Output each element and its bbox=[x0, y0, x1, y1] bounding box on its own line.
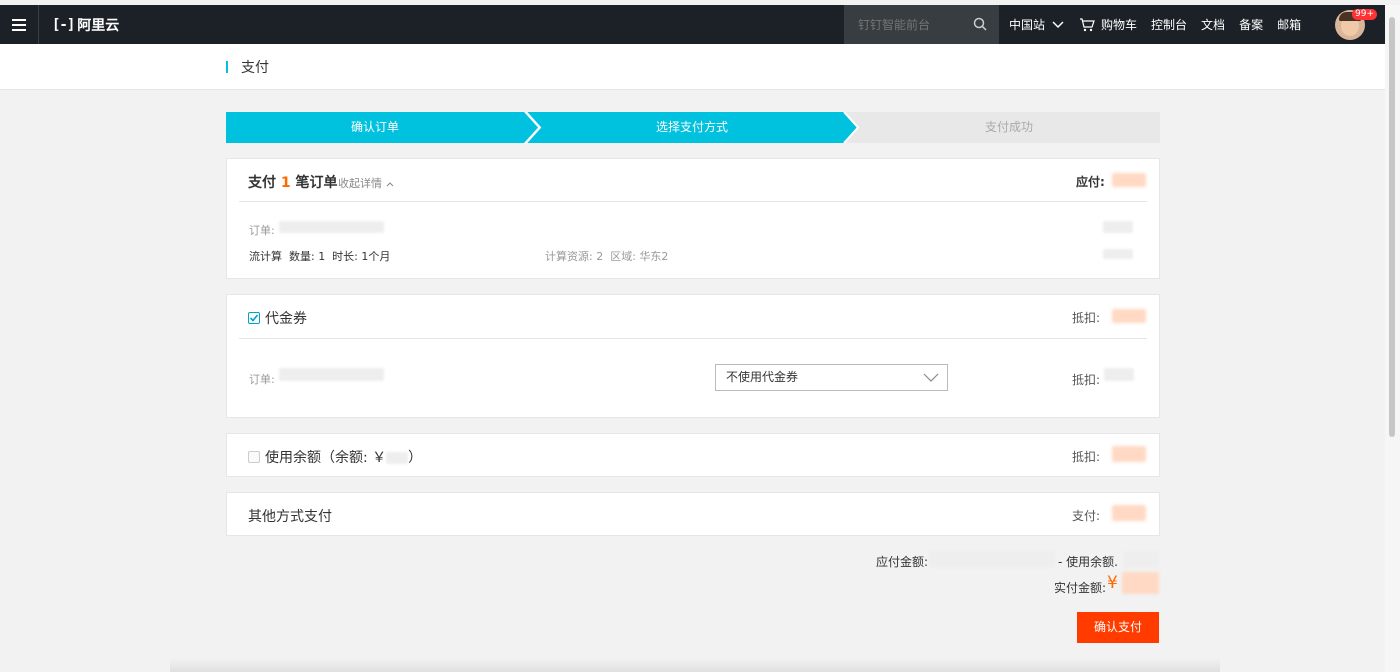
search-box[interactable] bbox=[844, 5, 999, 44]
voucher-order-label: 订单: bbox=[249, 373, 275, 386]
scrollbar-thumb[interactable] bbox=[1389, 17, 1395, 437]
cart-label: 购物车 bbox=[1101, 18, 1138, 32]
region-label: 中国站 bbox=[1009, 18, 1046, 32]
balance-amount-redacted bbox=[386, 452, 409, 464]
payable-label: 应付: bbox=[1076, 175, 1105, 189]
hamburger-menu-icon[interactable] bbox=[0, 5, 39, 44]
filing-link[interactable]: 备案 bbox=[1239, 16, 1263, 33]
cart-link[interactable]: 购物车 bbox=[1079, 16, 1137, 33]
balance-label-text: 使用余额（余额: ￥ bbox=[265, 450, 387, 466]
summary-payable-amount-redacted bbox=[929, 551, 1055, 568]
voucher-order-id-redacted bbox=[279, 368, 384, 381]
check-icon bbox=[249, 314, 259, 322]
logo-mark: [-] bbox=[52, 16, 75, 33]
page-title: 支付 bbox=[241, 60, 269, 76]
notification-badge: 99+ bbox=[1352, 9, 1377, 20]
voucher-card: 代金券 抵扣: 订单: 不使用代金券 抵扣: bbox=[226, 294, 1160, 418]
voucher-row-deduct-redacted bbox=[1104, 368, 1134, 381]
summary-actual-label: 实付金额: bbox=[1054, 581, 1107, 595]
order-spec: 流计算 数量: 1 时长: 1个月 bbox=[249, 250, 391, 263]
chevron-up-icon bbox=[386, 182, 393, 187]
voucher-deduct-amount-redacted bbox=[1112, 309, 1146, 323]
footer-shadow bbox=[170, 658, 1220, 672]
summary-payable-label: 应付金额: bbox=[876, 555, 929, 569]
cart-icon bbox=[1080, 17, 1095, 31]
balance-label: 使用余额（余额: ￥ ） bbox=[265, 447, 422, 467]
order-resource: 计算资源: 2 区域: 华东2 bbox=[545, 250, 669, 263]
summary-balance-amount-redacted bbox=[1123, 551, 1159, 568]
order-id-redacted bbox=[279, 221, 384, 233]
order-heading-prefix: 支付 bbox=[248, 175, 276, 191]
step-payment-success: 支付成功 bbox=[984, 120, 1033, 134]
page-header: 支付 bbox=[0, 44, 1385, 90]
balance-checkbox[interactable] bbox=[248, 451, 260, 463]
order-count: 1 bbox=[280, 175, 291, 191]
confirm-pay-button[interactable]: 确认支付 bbox=[1077, 612, 1159, 643]
other-payment-label: 其他方式支付 bbox=[248, 509, 332, 525]
summary-minus-balance-label: - 使用余额. bbox=[1058, 555, 1118, 569]
logo-text: 阿里云 bbox=[77, 17, 120, 34]
voucher-select[interactable]: 不使用代金券 bbox=[715, 364, 948, 391]
mail-link[interactable]: 邮箱 bbox=[1277, 16, 1301, 33]
step-select-payment: 选择支付方式 bbox=[655, 120, 728, 134]
order-price-sub-redacted bbox=[1103, 249, 1133, 259]
top-nav-links: 中国站 购物车 控制台 文档 备案 邮箱 bbox=[1009, 5, 1315, 44]
balance-deduct-label: 抵扣: bbox=[1072, 450, 1101, 464]
voucher-deduct-label: 抵扣: bbox=[1072, 311, 1101, 325]
summary-actual-amount-redacted bbox=[1122, 572, 1159, 594]
chevron-down-icon bbox=[923, 373, 939, 382]
collapse-details-toggle[interactable]: 收起详情 bbox=[338, 175, 394, 191]
aliyun-logo[interactable]: [-] 阿里云 bbox=[52, 15, 119, 35]
balance-card: 使用余额（余额: ￥ ） 抵扣: bbox=[226, 433, 1160, 477]
balance-label-suffix: ） bbox=[408, 450, 423, 466]
voucher-row-deduct-label: 抵扣: bbox=[1072, 373, 1101, 387]
search-input[interactable] bbox=[856, 16, 970, 33]
divider bbox=[239, 338, 1147, 339]
step-confirm-order: 确认订单 bbox=[350, 120, 399, 134]
order-price-redacted bbox=[1103, 221, 1133, 233]
balance-deduct-amount-redacted bbox=[1112, 446, 1146, 462]
other-payment-card: 其他方式支付 支付: bbox=[226, 492, 1160, 536]
collapse-details-label: 收起详情 bbox=[338, 177, 382, 190]
docs-link[interactable]: 文档 bbox=[1201, 16, 1225, 33]
payable-amount-redacted bbox=[1112, 173, 1146, 187]
divider bbox=[239, 201, 1147, 202]
other-payment-pay-label: 支付: bbox=[1072, 509, 1101, 523]
order-heading-suffix: 笔订单 bbox=[295, 175, 338, 191]
title-accent-bar bbox=[226, 61, 228, 73]
top-navigation-bar: [-] 阿里云 中国站 购物车 控制台 文档 备案 邮箱 99+ bbox=[0, 5, 1385, 44]
voucher-label: 代金券 bbox=[265, 311, 307, 327]
search-icon[interactable] bbox=[973, 17, 987, 31]
region-selector[interactable]: 中国站 bbox=[1009, 16, 1065, 33]
order-heading: 支付 1 笔订单 bbox=[248, 172, 338, 192]
voucher-checkbox[interactable] bbox=[248, 312, 260, 324]
page-scrollbar[interactable] bbox=[1385, 5, 1400, 672]
order-id-label: 订单: bbox=[249, 224, 275, 237]
console-link[interactable]: 控制台 bbox=[1151, 16, 1187, 33]
chevron-down-icon bbox=[1052, 20, 1064, 28]
summary-currency: ¥ bbox=[1107, 573, 1118, 593]
progress-steps: 确认订单 选择支付方式 支付成功 bbox=[226, 112, 1160, 143]
other-payment-amount-redacted bbox=[1112, 505, 1146, 521]
voucher-select-value: 不使用代金券 bbox=[726, 370, 799, 384]
order-card: 支付 1 笔订单 收起详情 应付: 订单: 流计算 数量: 1 时长: 1个月 … bbox=[226, 158, 1160, 279]
